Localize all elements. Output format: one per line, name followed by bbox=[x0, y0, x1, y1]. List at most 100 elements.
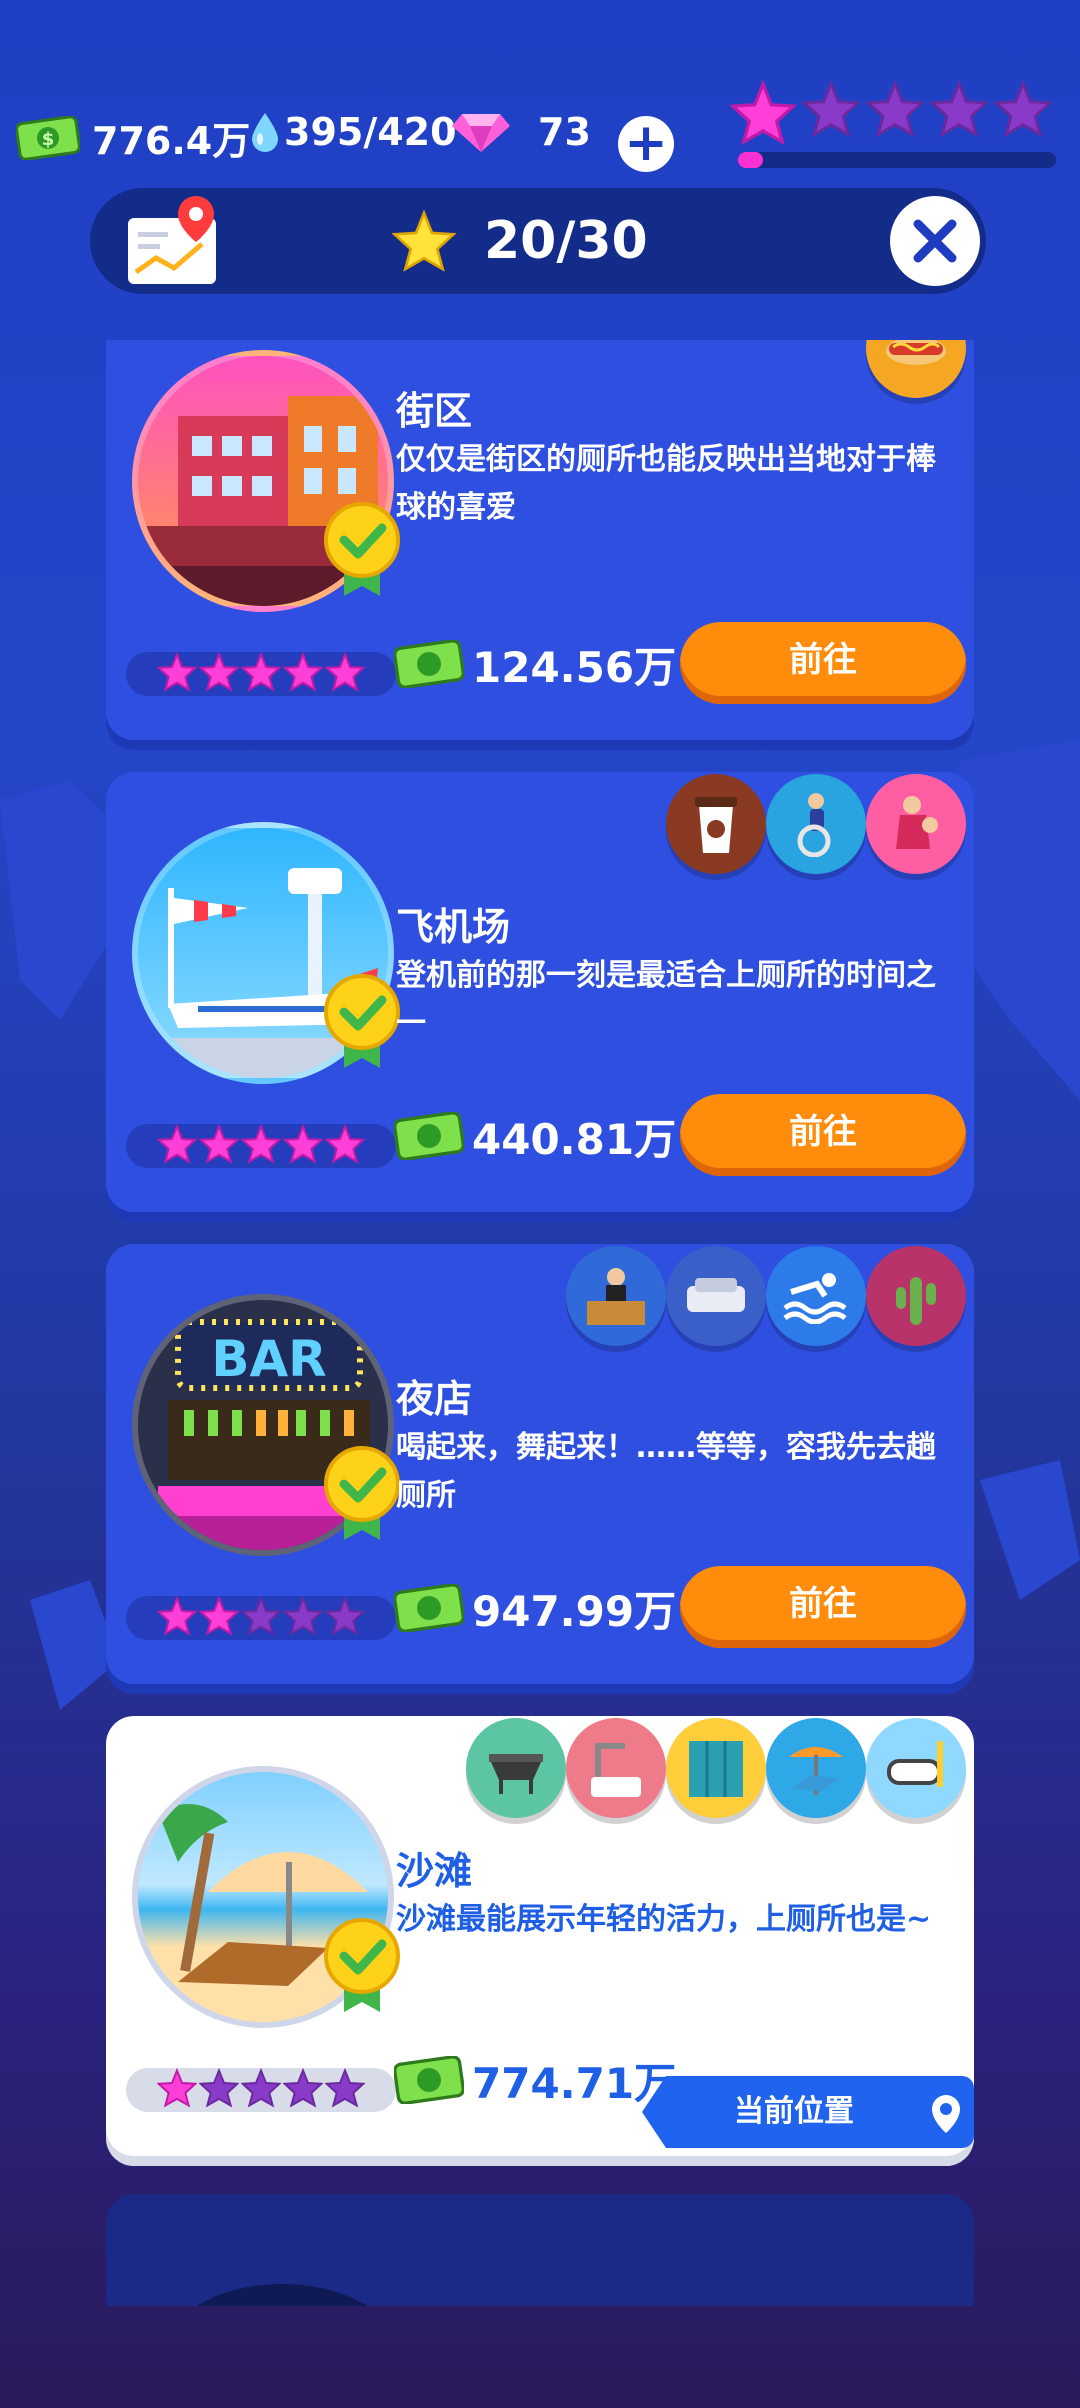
beach-chair-icon bbox=[766, 1718, 866, 1818]
cash-counter: $ 776.4万 bbox=[16, 110, 250, 165]
water-value: 395/420 bbox=[284, 110, 457, 154]
coffee-cup-icon bbox=[666, 774, 766, 874]
location-income: 124.56万 bbox=[472, 643, 677, 692]
rating-star-icon bbox=[198, 1123, 240, 1168]
svg-text:$: $ bbox=[42, 129, 55, 150]
rating-star-icon bbox=[156, 1595, 198, 1640]
location-title: 沙滩 bbox=[396, 1849, 473, 1893]
facility-icons bbox=[666, 774, 966, 874]
location-title: 飞机场 bbox=[396, 905, 511, 949]
rating-stars bbox=[126, 2067, 396, 2112]
location-card-beach: 沙滩 沙滩最能展示年轻的活力，上厕所也是~ 774.71万 当前位置 bbox=[106, 1716, 974, 2166]
wheelchair-icon bbox=[766, 774, 866, 874]
rating-star-icon bbox=[282, 651, 324, 696]
rating-star-icon bbox=[240, 651, 282, 696]
location-card-next bbox=[106, 2194, 974, 2306]
rating-star-icon bbox=[324, 2067, 366, 2112]
level-stars bbox=[728, 79, 1054, 150]
location-description: 登机前的那一刻是最适合上厕所的时间之一 bbox=[396, 958, 936, 1041]
level-star-icon bbox=[992, 79, 1054, 150]
level-star-icon bbox=[864, 79, 926, 150]
star-count: 20/30 bbox=[484, 211, 648, 271]
location-income: 774.71万 bbox=[472, 2059, 677, 2108]
add-currency-button[interactable]: + bbox=[618, 116, 674, 172]
location-title: 街区 bbox=[396, 389, 473, 433]
gem-icon bbox=[450, 110, 512, 154]
location-title: 夜店 bbox=[396, 1377, 473, 1421]
cash-value: 776.4万 bbox=[92, 119, 251, 163]
rating-star-icon bbox=[198, 1595, 240, 1640]
cactus-icon bbox=[866, 1246, 966, 1346]
rating-star-icon bbox=[198, 651, 240, 696]
water-counter: 395/420 bbox=[250, 110, 457, 154]
level-progress-bar bbox=[738, 152, 1056, 168]
location-card-street: 街区 仅仅是街区的厕所也能反映出当地对于棒球的喜爱 124.56万 前往 bbox=[106, 340, 974, 750]
rating-star-icon bbox=[156, 1123, 198, 1168]
location-card-airport: 飞机场 登机前的那一刻是最适合上厕所的时间之一 440.81万 前往 bbox=[106, 772, 974, 1222]
shower-icon bbox=[566, 1718, 666, 1818]
rating-star-icon bbox=[282, 2067, 324, 2112]
current-location-button[interactable]: 当前位置 bbox=[642, 2076, 974, 2148]
water-drop-icon bbox=[250, 111, 280, 153]
sofa-icon bbox=[666, 1246, 766, 1346]
facility-icons bbox=[466, 1718, 966, 1818]
completed-badge-icon bbox=[322, 500, 402, 600]
map-chart-icon bbox=[128, 196, 216, 284]
star-icon bbox=[391, 209, 457, 276]
rating-star-icon bbox=[156, 2067, 198, 2112]
cash-icon bbox=[393, 1583, 465, 1636]
swimming-icon bbox=[766, 1246, 866, 1346]
next-location-thumbnail bbox=[172, 2284, 392, 2306]
rating-stars bbox=[126, 1595, 396, 1640]
rating-star-icon bbox=[324, 1595, 366, 1640]
snorkel-icon bbox=[866, 1718, 966, 1818]
completed-badge-icon bbox=[322, 1916, 402, 2016]
level-star-icon bbox=[928, 79, 990, 150]
close-icon bbox=[913, 219, 957, 263]
rating-star-icon bbox=[282, 1595, 324, 1640]
level-star-icon bbox=[728, 79, 798, 150]
rating-stars bbox=[126, 1123, 396, 1168]
bartender-icon bbox=[566, 1246, 666, 1346]
rating-star-icon bbox=[240, 1123, 282, 1168]
location-card-nightclub: BAR 夜店 喝起来，舞起来！……等等，容我先去趟厕所 947.99万 前往 bbox=[106, 1244, 974, 1694]
completed-badge-icon bbox=[322, 1444, 402, 1544]
location-header: 20/30 bbox=[90, 188, 986, 294]
cash-icon bbox=[393, 639, 465, 692]
rating-star-icon bbox=[156, 651, 198, 696]
rating-star-icon bbox=[324, 1123, 366, 1168]
close-button[interactable] bbox=[890, 196, 980, 286]
go-button[interactable]: 前往 bbox=[680, 622, 966, 704]
completed-badge-icon bbox=[322, 972, 402, 1072]
hotdog-icon bbox=[866, 340, 966, 398]
level-progress-fill bbox=[738, 152, 764, 168]
location-description: 仅仅是街区的厕所也能反映出当地对于棒球的喜爱 bbox=[396, 442, 936, 525]
gem-value: 73 bbox=[538, 110, 591, 154]
rating-star-icon bbox=[240, 1595, 282, 1640]
location-description: 喝起来，舞起来！……等等，容我先去趟厕所 bbox=[396, 1430, 936, 1513]
rating-stars bbox=[126, 651, 396, 696]
facility-icons bbox=[566, 1246, 966, 1346]
rating-star-icon bbox=[198, 2067, 240, 2112]
svg-text:BAR: BAR bbox=[211, 1330, 326, 1388]
cash-icon bbox=[393, 2055, 465, 2108]
rating-star-icon bbox=[240, 2067, 282, 2112]
go-button[interactable]: 前往 bbox=[680, 1094, 966, 1176]
go-button[interactable]: 前往 bbox=[680, 1566, 966, 1648]
grill-icon bbox=[466, 1718, 566, 1818]
map-stats-button[interactable] bbox=[122, 192, 222, 292]
cash-icon: $ bbox=[16, 115, 80, 160]
locker-icon bbox=[666, 1718, 766, 1818]
rating-star-icon bbox=[282, 1123, 324, 1168]
location-income: 947.99万 bbox=[472, 1587, 677, 1636]
location-list[interactable]: 街区 仅仅是街区的厕所也能反映出当地对于棒球的喜爱 124.56万 前往 飞机场… bbox=[106, 340, 974, 2306]
facility-icons bbox=[866, 340, 966, 398]
gem-counter: 73 bbox=[450, 110, 591, 154]
level-star-icon bbox=[800, 79, 862, 150]
cash-icon bbox=[393, 1111, 465, 1164]
location-pin-icon bbox=[930, 2090, 962, 2148]
baby-care-icon bbox=[866, 774, 966, 874]
rating-star-icon bbox=[324, 651, 366, 696]
location-income: 440.81万 bbox=[472, 1115, 677, 1164]
location-description: 沙滩最能展示年轻的活力，上厕所也是~ bbox=[396, 1902, 932, 1937]
